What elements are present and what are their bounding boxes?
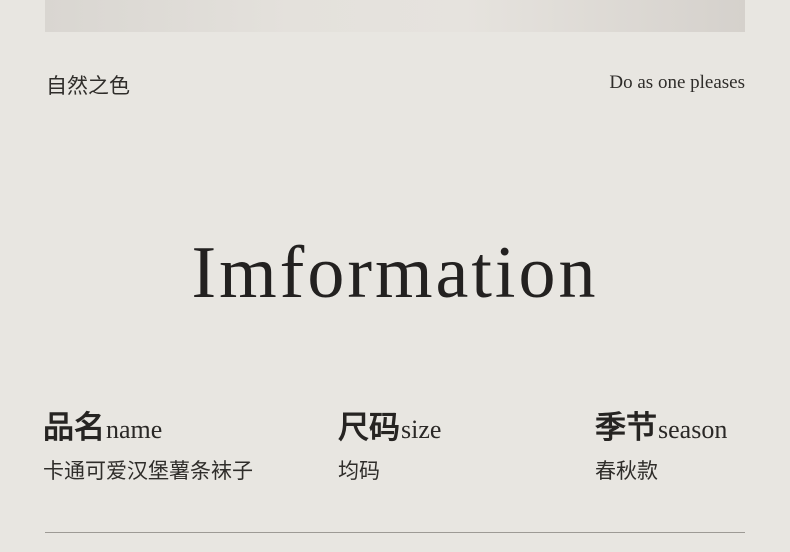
- product-photo-strip: [45, 0, 745, 32]
- info-name-value: 卡通可爱汉堡薯条袜子: [43, 459, 253, 483]
- slogan: Do as one pleases: [609, 72, 745, 93]
- info-size-value: 均码: [338, 459, 380, 483]
- brand-tagline: 自然之色: [46, 74, 130, 98]
- info-season-label-en: season: [658, 415, 728, 444]
- info-size-label-zh: 尺码: [338, 410, 400, 446]
- info-size-title: 尺码 size: [338, 402, 441, 447]
- bottom-divider: [45, 532, 745, 533]
- info-name-label-zh: 品名: [43, 410, 105, 446]
- info-name: 品名 name 卡通可爱汉堡薯条袜子: [43, 402, 253, 485]
- section-heading: Imformation: [191, 232, 599, 314]
- info-season-label-zh: 季节: [595, 410, 657, 446]
- info-size-label-en: size: [401, 415, 442, 444]
- info-season: 季节 season 春秋款: [595, 402, 727, 485]
- info-name-title: 品名 name: [43, 402, 253, 447]
- info-name-label-en: name: [106, 415, 163, 444]
- info-season-title: 季节 season: [595, 402, 727, 447]
- info-season-value: 春秋款: [595, 459, 658, 483]
- info-size: 尺码 size 均码: [338, 402, 441, 485]
